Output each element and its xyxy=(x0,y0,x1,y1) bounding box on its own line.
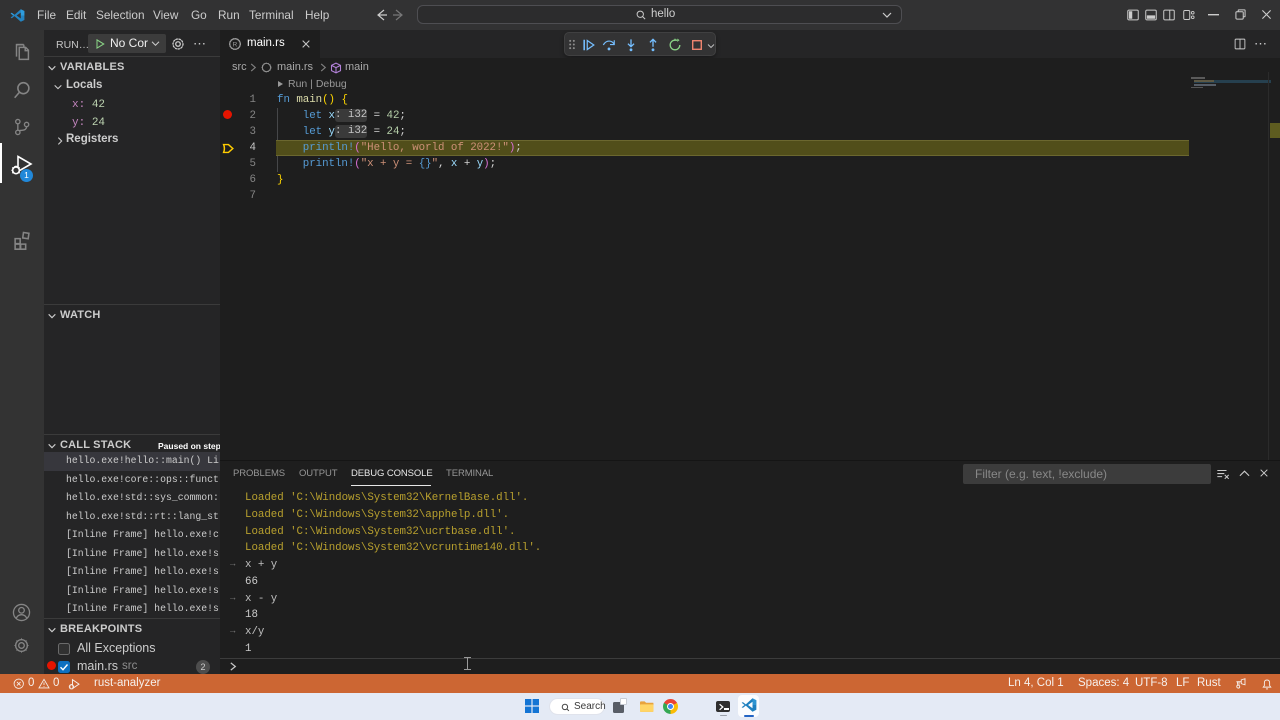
svg-text:R: R xyxy=(233,41,238,48)
